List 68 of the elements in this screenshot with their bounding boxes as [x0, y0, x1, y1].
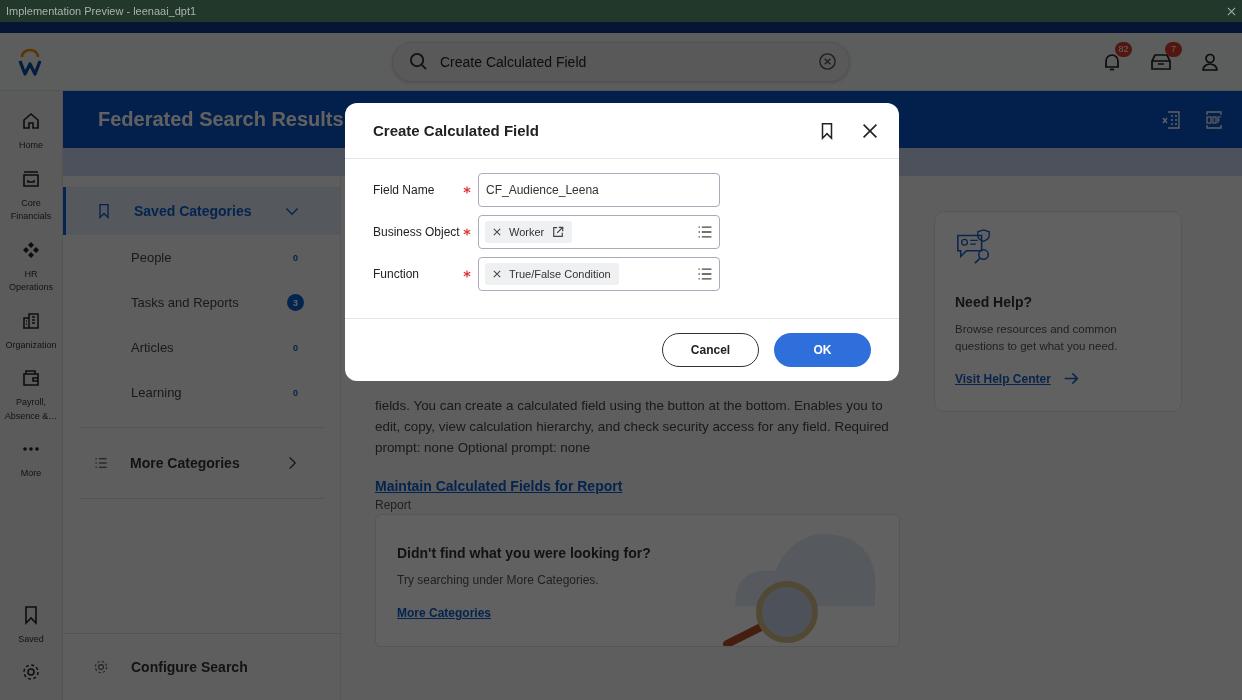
help-support-icon: [955, 228, 993, 266]
dialog-title: Create Calculated Field: [373, 122, 540, 139]
arrow-icon[interactable]: [1062, 370, 1080, 387]
result-description: fields. You can create a calculated field using the button at the bottom. Enables you to edit, copy, view calculation hierarchy, and check security access for any field. Required prompt: none Optional prompt: none: [375, 397, 890, 457]
result-type: Report: [375, 498, 412, 512]
diamonds-icon[interactable]: [21, 239, 41, 260]
spreadsheet-icon[interactable]: [1162, 109, 1182, 130]
list-icon[interactable]: [697, 266, 713, 282]
search-field[interactable]: Create Calculated Field: [392, 41, 850, 82]
category-count: 3: [287, 294, 304, 311]
inbox-icon[interactable]: [1150, 51, 1172, 72]
nav-label[interactable]: Organization: [3, 338, 59, 352]
selected-chip[interactable]: True/False Condition: [485, 263, 619, 285]
inbox-count: 7: [1165, 41, 1182, 57]
select-field[interactable]: True/False Condition: [478, 257, 720, 291]
page-title: Federated Search Results: [98, 108, 344, 131]
cancel-button[interactable]: Cancel: [662, 333, 759, 367]
field-label: Function: [373, 267, 421, 281]
user-icon[interactable]: [1200, 51, 1220, 72]
nav-label[interactable]: HR Operations: [3, 267, 59, 295]
notification-count: 82: [1115, 41, 1132, 57]
window-title: Implementation Preview - leenaai_dpt1: [6, 5, 197, 17]
list-icon[interactable]: [697, 224, 713, 240]
selected-chip[interactable]: Worker: [485, 221, 573, 243]
settings-icon: [93, 659, 109, 675]
card-text: Try searching under More Categories.: [397, 573, 599, 587]
field-label: Business Object: [373, 225, 461, 239]
more-categories-link[interactable]: More Categories: [397, 606, 492, 620]
clear-icon[interactable]: [818, 52, 837, 71]
help-text: Browse resources and common questions to get what you need.: [955, 322, 1119, 354]
nav-label[interactable]: More: [3, 467, 59, 481]
field-label: Field Name: [373, 183, 436, 197]
input-field[interactable]: CF_Audience_Leena: [478, 173, 720, 207]
building-icon[interactable]: [21, 310, 41, 331]
category-item[interactable]: Articles: [131, 340, 287, 355]
category-item[interactable]: Learning: [131, 385, 287, 400]
box-icon[interactable]: [21, 168, 41, 189]
list-icon: [94, 456, 108, 470]
card-title: Didn't find what you were looking for?: [397, 545, 651, 561]
help-center-link[interactable]: Visit Help Center: [955, 371, 1051, 386]
category-count: 0: [292, 341, 299, 355]
category-item[interactable]: Tasks and Reports: [131, 295, 287, 310]
more-categories-item[interactable]: More Categories: [130, 455, 262, 471]
category-count: 0: [292, 251, 299, 265]
saved-categories-header[interactable]: Saved Categories: [63, 187, 340, 235]
nav-label[interactable]: Core Financials: [3, 196, 59, 224]
category-item[interactable]: People: [131, 250, 287, 265]
wallet-icon[interactable]: [21, 368, 41, 388]
external-link-icon[interactable]: [552, 226, 565, 238]
select-field[interactable]: Worker: [478, 215, 720, 249]
configure-search-button[interactable]: Configure Search: [131, 659, 340, 675]
nav-label[interactable]: Payroll, Absence &…: [3, 396, 59, 423]
close-icon[interactable]: [862, 122, 878, 139]
result-link[interactable]: Maintain Calculated Fields for Report: [375, 478, 623, 494]
ok-button[interactable]: OK: [774, 333, 871, 367]
logo-icon: [18, 47, 42, 76]
nav-label[interactable]: Home: [3, 139, 59, 153]
category-count: 0: [292, 386, 299, 400]
nav-label[interactable]: Saved: [3, 632, 59, 646]
help-title: Need Help?: [955, 294, 1032, 310]
bookmark-icon: [96, 203, 112, 219]
home-icon[interactable]: [21, 111, 41, 131]
search-icon: [409, 52, 428, 71]
pdf-icon[interactable]: [1204, 109, 1224, 130]
remove-icon[interactable]: [493, 228, 501, 236]
remove-icon[interactable]: [493, 270, 501, 278]
bell-icon[interactable]: [1102, 51, 1122, 72]
settings-icon[interactable]: [21, 662, 41, 682]
